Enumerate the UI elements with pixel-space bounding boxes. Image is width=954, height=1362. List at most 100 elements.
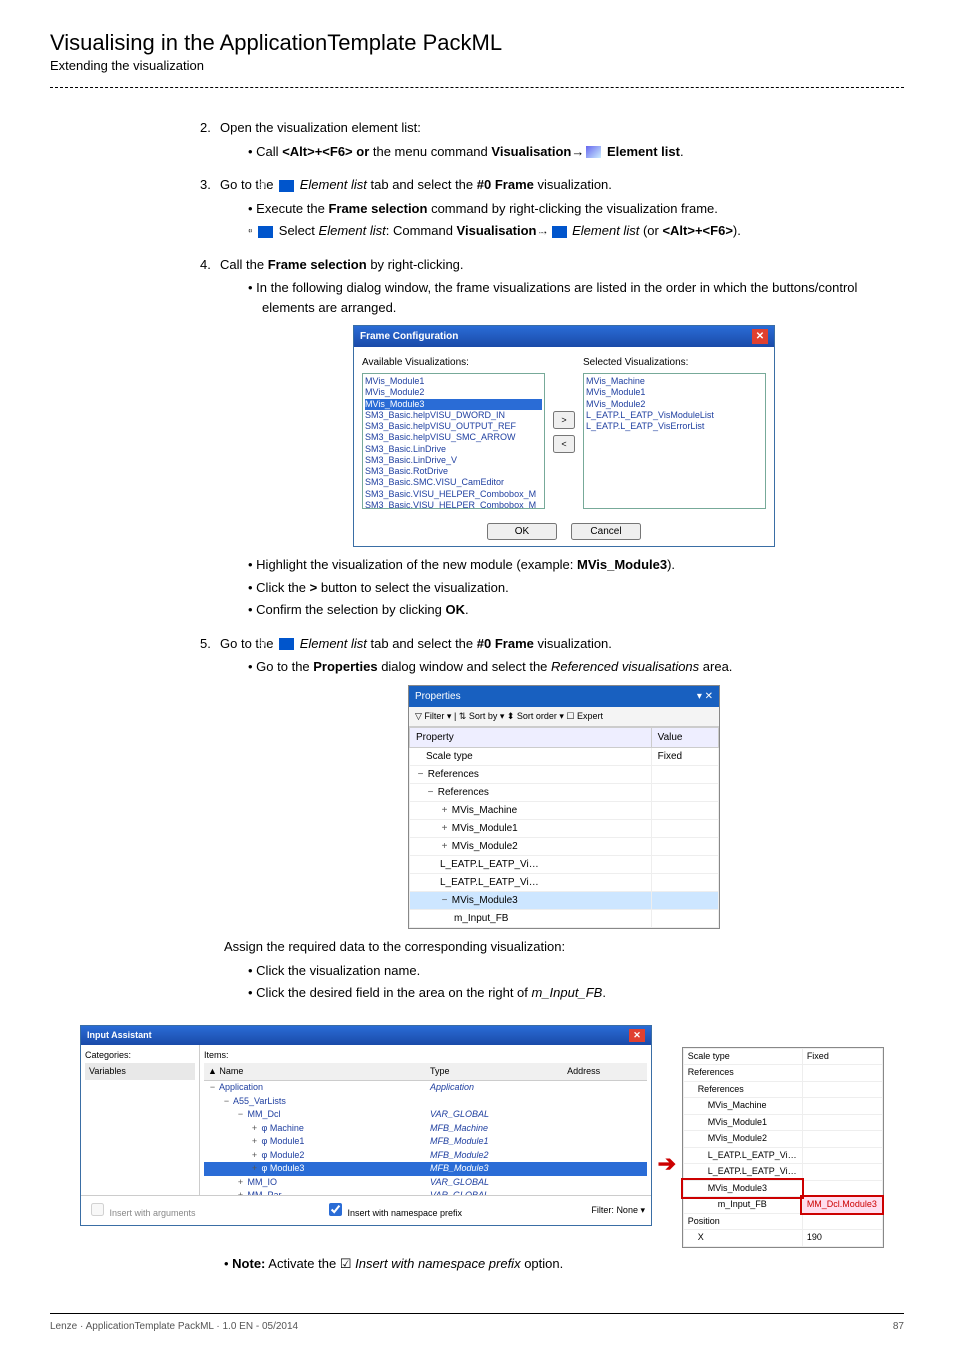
selected-label: Selected Visualizations: [583,355,766,370]
t: option. [521,1256,564,1271]
col-type[interactable]: Type [426,1063,563,1081]
element-list-tab-icon [279,180,294,192]
note-line: Note: Activate the ☑ Insert with namespa… [224,1254,904,1274]
menu-item: Element list [569,223,640,238]
move-right-button[interactable]: > [553,411,575,429]
element-list-tab-icon [279,638,294,650]
footer-divider [50,1313,904,1314]
t: Call the [220,257,268,272]
t: tab and select the [367,177,477,192]
frame-configuration-dialog: Frame Configuration ✕ Available Visualiz… [353,325,775,547]
t: Execute the [256,201,328,216]
panel-name: Properties [313,659,377,674]
t: dialog window and select the [378,659,551,674]
col-property: Property [410,728,652,748]
col-name[interactable]: ▲ Name [204,1063,426,1081]
step-number: 3. [200,175,220,195]
t: ). [667,557,675,572]
element-list-icon [586,146,601,158]
col-address[interactable]: Address [563,1063,647,1081]
menu-item: Element list [603,144,680,159]
filter-control[interactable]: Filter: None ▾ [591,1204,645,1218]
t: . [680,144,684,159]
step-4-post-2: Click the > button to select the visuali… [248,578,904,598]
references-result-panel: Scale typeFixedReferencesReferencesMVis_… [682,1047,884,1248]
step-4-bullet-1: In the following dialog window, the fram… [248,278,904,317]
available-list[interactable]: MVis_Module1MVis_Module2MVis_Module3SM3_… [362,373,545,509]
t: Click the [256,580,309,595]
ok-button[interactable]: OK [487,523,557,540]
module-name: MVis_Module3 [577,557,667,572]
element-list-icon [552,226,567,238]
page-subtitle: Extending the visualization [50,58,904,73]
properties-toolbar[interactable]: ▽ Filter ▾ | ⇅ Sort by ▾ ⬍ Sort order ▾ … [409,707,719,728]
insert-with-namespace-checkbox[interactable]: Insert with namespace prefix [325,1200,462,1221]
tab-name: Element list [296,177,367,192]
tab-name: Element list [296,636,367,651]
t: button to select the visualization. [317,580,509,595]
element-list-icon [258,226,273,238]
footer-left: Lenze · ApplicationTemplate PackML · 1.0… [50,1321,298,1332]
insert-with-arguments-checkbox[interactable]: Insert with arguments [87,1200,196,1221]
frame-name: #0 Frame [477,177,534,192]
items-label: Items: [204,1049,647,1063]
step-2-bullet-1: Call <Alt>+<F6> or the menu command Visu… [248,142,904,162]
arrow-icon: ➔ [658,1147,676,1180]
input-assistant-dialog: Input Assistant ✕ Categories: Variables … [80,1025,652,1226]
step-text: Open the visualization element list: [220,120,421,135]
note-label: Note: [232,1256,265,1271]
t: Element list [319,223,386,238]
move-left-button[interactable]: < [553,435,575,453]
t: Go to the [220,177,277,192]
button-label: OK [445,602,465,617]
close-icon[interactable]: ✕ [752,329,768,344]
divider [50,87,904,88]
t: tab and select the [367,636,477,651]
step-3: 3.Go to the Element list tab and select … [200,175,904,241]
panel-controls[interactable]: ▾ ✕ [697,689,713,704]
t: Highlight the visualization of the new m… [256,557,577,572]
shortcut: <Alt>+<F6> or [282,144,373,159]
field-name: m_Input_FB [532,985,603,1000]
t: visualization. [534,636,612,651]
available-label: Available Visualizations: [362,355,545,370]
frame-name: #0 Frame [477,636,534,651]
menu: Visualisation [457,223,537,238]
t: : Command [386,223,457,238]
t: Go to the [220,636,277,651]
col-value: Value [651,728,718,748]
t: ). [733,223,741,238]
t: . [465,602,469,617]
t: Call [256,144,282,159]
assign-text: Assign the required data to the correspo… [224,937,904,957]
step-4: 4.Call the Frame selection by right-clic… [200,255,904,620]
step-5-bullet-1: Go to the Properties dialog window and s… [248,657,904,677]
t: Click the desired field in the area on t… [256,985,531,1000]
cmd: Frame selection [268,257,367,272]
categories-item[interactable]: Variables [85,1063,195,1081]
step-3-bullet-1: Execute the Frame selection command by r… [248,199,904,219]
step-4-post-1: Highlight the visualization of the new m… [248,555,904,575]
cmd: Frame selection [328,201,427,216]
option-name: Insert with namespace prefix [355,1256,520,1271]
step-3-bullet-2: Select Element list: Command Visualisati… [248,221,904,241]
t: visualization. [534,177,612,192]
t: the menu command [373,144,492,159]
t: Activate the [265,1256,339,1271]
page-number: 87 [893,1321,904,1332]
content: 2.Open the visualization element list: C… [200,118,904,1273]
t: . [602,985,606,1000]
arrow-icon: → [571,144,584,159]
t: (or [639,223,662,238]
shortcut: <Alt>+<F6> [662,223,732,238]
t: by right-clicking. [367,257,464,272]
step-2: 2.Open the visualization element list: C… [200,118,904,161]
dialog-title: Frame Configuration [360,329,458,344]
close-icon[interactable]: ✕ [629,1029,645,1043]
selected-list[interactable]: MVis_MachineMVis_Module1MVis_Module2L_EA… [583,373,766,509]
assign-bullet-1: Click the visualization name. [248,961,904,981]
t: Confirm the selection by clicking [256,602,445,617]
cancel-button[interactable]: Cancel [571,523,641,540]
step-5: 5.Go to the Element list tab and select … [200,634,904,1003]
properties-panel: Properties ▾ ✕ ▽ Filter ▾ | ⇅ Sort by ▾ … [408,685,720,930]
